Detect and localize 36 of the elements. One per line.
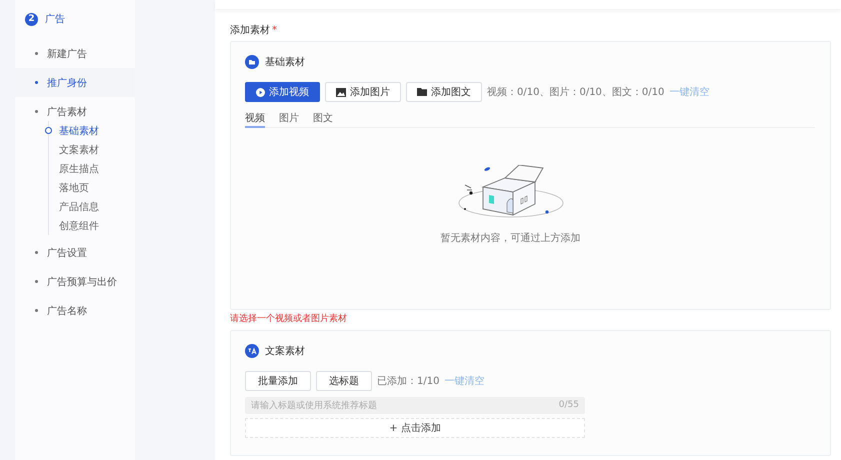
text-icon [245, 344, 259, 358]
nav-item[interactable]: 广告预算与出价 [15, 267, 135, 296]
add-button[interactable]: 添加视频 [245, 82, 320, 102]
add-button[interactable]: 添加图片 [325, 82, 401, 102]
nav-item[interactable]: 广告名称 [15, 296, 135, 325]
action-button[interactable]: 选标题 [316, 371, 372, 391]
nav-item[interactable]: 新建广告 [15, 39, 135, 68]
section-label: 添加素材 [230, 24, 270, 37]
added-count-text: 已添加：1/10 [377, 374, 440, 388]
add-button[interactable]: 添加图文 [406, 82, 482, 102]
tab[interactable]: 视频 [245, 111, 265, 128]
character-counter: 0/55 [558, 400, 579, 411]
folder-icon [245, 55, 259, 69]
step-title: 广告 [45, 12, 65, 26]
nav-subitem[interactable]: 落地页 [59, 178, 135, 197]
nav-item[interactable]: 广告设置 [15, 238, 135, 267]
add-button[interactable]: + 点击添加 [245, 418, 585, 438]
required-mark: * [272, 24, 277, 36]
play-icon [256, 88, 265, 96]
tab[interactable]: 图文 [313, 111, 333, 126]
nav-subitem[interactable]: 文案素材 [59, 140, 135, 159]
step-number-badge: 2 [25, 12, 38, 26]
selected-ring-icon [45, 127, 52, 134]
action-button[interactable]: 批量添加 [245, 371, 311, 391]
count-text: 视频：0/10、图片：0/10、图文：0/10 [487, 86, 664, 99]
empty-text: 暂无素材内容，可通过上方添加 [440, 232, 580, 245]
error-text: 请选择一个视频或者图片素材 [230, 312, 348, 326]
tab[interactable]: 图片 [279, 111, 299, 126]
card-title: 基础素材 [265, 56, 305, 69]
image-icon [336, 88, 346, 96]
nav-subitem[interactable]: 创意组件 [59, 216, 135, 235]
folder-icon [417, 88, 427, 96]
nav-subitem[interactable]: 原生描点 [59, 159, 135, 178]
nav-subitem[interactable]: 产品信息 [59, 197, 135, 216]
nav-item[interactable]: 推广身份 [15, 68, 135, 97]
card-title: 文案素材 [265, 344, 305, 358]
